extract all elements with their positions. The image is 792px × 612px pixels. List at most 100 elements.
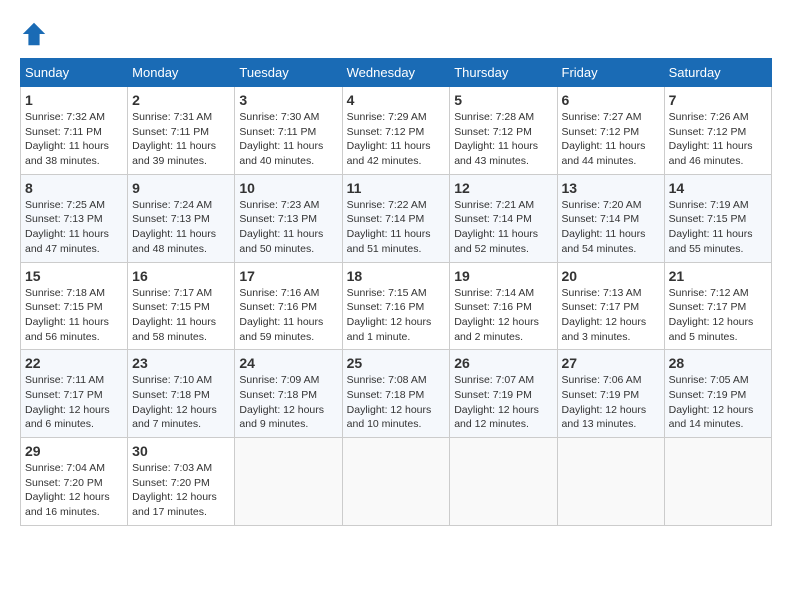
col-header-friday: Friday xyxy=(557,59,664,87)
calendar-header: SundayMondayTuesdayWednesdayThursdayFrid… xyxy=(21,59,772,87)
calendar-cell: 29 Sunrise: 7:04 AMSunset: 7:20 PMDaylig… xyxy=(21,438,128,526)
day-detail: Sunrise: 7:21 AMSunset: 7:14 PMDaylight:… xyxy=(454,199,538,255)
day-detail: Sunrise: 7:14 AMSunset: 7:16 PMDaylight:… xyxy=(454,287,539,343)
calendar-cell: 18 Sunrise: 7:15 AMSunset: 7:16 PMDaylig… xyxy=(342,262,450,350)
day-detail: Sunrise: 7:19 AMSunset: 7:15 PMDaylight:… xyxy=(669,199,753,255)
logo-icon xyxy=(20,20,48,48)
day-number: 6 xyxy=(562,92,660,108)
calendar-cell: 12 Sunrise: 7:21 AMSunset: 7:14 PMDaylig… xyxy=(450,174,557,262)
calendar-cell: 21 Sunrise: 7:12 AMSunset: 7:17 PMDaylig… xyxy=(664,262,771,350)
day-detail: Sunrise: 7:24 AMSunset: 7:13 PMDaylight:… xyxy=(132,199,216,255)
calendar-cell: 6 Sunrise: 7:27 AMSunset: 7:12 PMDayligh… xyxy=(557,87,664,175)
calendar-cell: 10 Sunrise: 7:23 AMSunset: 7:13 PMDaylig… xyxy=(235,174,342,262)
page-header xyxy=(20,20,772,48)
calendar-cell: 4 Sunrise: 7:29 AMSunset: 7:12 PMDayligh… xyxy=(342,87,450,175)
calendar-cell: 22 Sunrise: 7:11 AMSunset: 7:17 PMDaylig… xyxy=(21,350,128,438)
calendar-cell: 2 Sunrise: 7:31 AMSunset: 7:11 PMDayligh… xyxy=(128,87,235,175)
calendar-cell: 13 Sunrise: 7:20 AMSunset: 7:14 PMDaylig… xyxy=(557,174,664,262)
day-number: 27 xyxy=(562,355,660,371)
day-detail: Sunrise: 7:32 AMSunset: 7:11 PMDaylight:… xyxy=(25,111,109,167)
col-header-saturday: Saturday xyxy=(664,59,771,87)
day-detail: Sunrise: 7:31 AMSunset: 7:11 PMDaylight:… xyxy=(132,111,216,167)
calendar-cell xyxy=(557,438,664,526)
calendar-table: SundayMondayTuesdayWednesdayThursdayFrid… xyxy=(20,58,772,526)
day-detail: Sunrise: 7:07 AMSunset: 7:19 PMDaylight:… xyxy=(454,374,539,430)
calendar-cell: 26 Sunrise: 7:07 AMSunset: 7:19 PMDaylig… xyxy=(450,350,557,438)
calendar-cell xyxy=(450,438,557,526)
calendar-cell: 19 Sunrise: 7:14 AMSunset: 7:16 PMDaylig… xyxy=(450,262,557,350)
day-detail: Sunrise: 7:18 AMSunset: 7:15 PMDaylight:… xyxy=(25,287,109,343)
day-detail: Sunrise: 7:05 AMSunset: 7:19 PMDaylight:… xyxy=(669,374,754,430)
col-header-sunday: Sunday xyxy=(21,59,128,87)
day-number: 3 xyxy=(239,92,337,108)
col-header-tuesday: Tuesday xyxy=(235,59,342,87)
day-detail: Sunrise: 7:29 AMSunset: 7:12 PMDaylight:… xyxy=(347,111,431,167)
day-detail: Sunrise: 7:15 AMSunset: 7:16 PMDaylight:… xyxy=(347,287,432,343)
day-detail: Sunrise: 7:08 AMSunset: 7:18 PMDaylight:… xyxy=(347,374,432,430)
day-detail: Sunrise: 7:26 AMSunset: 7:12 PMDaylight:… xyxy=(669,111,753,167)
day-number: 15 xyxy=(25,268,123,284)
day-number: 17 xyxy=(239,268,337,284)
calendar-cell: 8 Sunrise: 7:25 AMSunset: 7:13 PMDayligh… xyxy=(21,174,128,262)
day-number: 14 xyxy=(669,180,767,196)
calendar-week-3: 15 Sunrise: 7:18 AMSunset: 7:15 PMDaylig… xyxy=(21,262,772,350)
day-detail: Sunrise: 7:16 AMSunset: 7:16 PMDaylight:… xyxy=(239,287,323,343)
calendar-cell: 16 Sunrise: 7:17 AMSunset: 7:15 PMDaylig… xyxy=(128,262,235,350)
day-number: 26 xyxy=(454,355,552,371)
day-detail: Sunrise: 7:30 AMSunset: 7:11 PMDaylight:… xyxy=(239,111,323,167)
day-detail: Sunrise: 7:03 AMSunset: 7:20 PMDaylight:… xyxy=(132,462,217,518)
calendar-cell: 11 Sunrise: 7:22 AMSunset: 7:14 PMDaylig… xyxy=(342,174,450,262)
col-header-monday: Monday xyxy=(128,59,235,87)
logo xyxy=(20,20,54,48)
day-number: 8 xyxy=(25,180,123,196)
day-detail: Sunrise: 7:23 AMSunset: 7:13 PMDaylight:… xyxy=(239,199,323,255)
day-number: 10 xyxy=(239,180,337,196)
calendar-cell: 23 Sunrise: 7:10 AMSunset: 7:18 PMDaylig… xyxy=(128,350,235,438)
calendar-week-1: 1 Sunrise: 7:32 AMSunset: 7:11 PMDayligh… xyxy=(21,87,772,175)
day-number: 23 xyxy=(132,355,230,371)
day-detail: Sunrise: 7:09 AMSunset: 7:18 PMDaylight:… xyxy=(239,374,324,430)
day-number: 21 xyxy=(669,268,767,284)
calendar-cell: 25 Sunrise: 7:08 AMSunset: 7:18 PMDaylig… xyxy=(342,350,450,438)
day-number: 19 xyxy=(454,268,552,284)
day-number: 18 xyxy=(347,268,446,284)
calendar-week-4: 22 Sunrise: 7:11 AMSunset: 7:17 PMDaylig… xyxy=(21,350,772,438)
day-number: 7 xyxy=(669,92,767,108)
day-number: 20 xyxy=(562,268,660,284)
day-number: 24 xyxy=(239,355,337,371)
col-header-wednesday: Wednesday xyxy=(342,59,450,87)
day-detail: Sunrise: 7:27 AMSunset: 7:12 PMDaylight:… xyxy=(562,111,646,167)
day-detail: Sunrise: 7:12 AMSunset: 7:17 PMDaylight:… xyxy=(669,287,754,343)
calendar-cell: 24 Sunrise: 7:09 AMSunset: 7:18 PMDaylig… xyxy=(235,350,342,438)
calendar-cell: 7 Sunrise: 7:26 AMSunset: 7:12 PMDayligh… xyxy=(664,87,771,175)
day-number: 29 xyxy=(25,443,123,459)
calendar-cell: 14 Sunrise: 7:19 AMSunset: 7:15 PMDaylig… xyxy=(664,174,771,262)
day-number: 4 xyxy=(347,92,446,108)
calendar-cell: 15 Sunrise: 7:18 AMSunset: 7:15 PMDaylig… xyxy=(21,262,128,350)
day-number: 16 xyxy=(132,268,230,284)
day-number: 1 xyxy=(25,92,123,108)
calendar-cell: 27 Sunrise: 7:06 AMSunset: 7:19 PMDaylig… xyxy=(557,350,664,438)
calendar-cell: 5 Sunrise: 7:28 AMSunset: 7:12 PMDayligh… xyxy=(450,87,557,175)
day-number: 5 xyxy=(454,92,552,108)
col-header-thursday: Thursday xyxy=(450,59,557,87)
day-number: 30 xyxy=(132,443,230,459)
day-detail: Sunrise: 7:04 AMSunset: 7:20 PMDaylight:… xyxy=(25,462,110,518)
day-number: 11 xyxy=(347,180,446,196)
day-detail: Sunrise: 7:11 AMSunset: 7:17 PMDaylight:… xyxy=(25,374,110,430)
day-detail: Sunrise: 7:17 AMSunset: 7:15 PMDaylight:… xyxy=(132,287,216,343)
calendar-cell xyxy=(342,438,450,526)
day-detail: Sunrise: 7:25 AMSunset: 7:13 PMDaylight:… xyxy=(25,199,109,255)
calendar-cell xyxy=(235,438,342,526)
day-detail: Sunrise: 7:28 AMSunset: 7:12 PMDaylight:… xyxy=(454,111,538,167)
calendar-cell xyxy=(664,438,771,526)
calendar-week-2: 8 Sunrise: 7:25 AMSunset: 7:13 PMDayligh… xyxy=(21,174,772,262)
calendar-cell: 20 Sunrise: 7:13 AMSunset: 7:17 PMDaylig… xyxy=(557,262,664,350)
day-detail: Sunrise: 7:13 AMSunset: 7:17 PMDaylight:… xyxy=(562,287,647,343)
calendar-cell: 3 Sunrise: 7:30 AMSunset: 7:11 PMDayligh… xyxy=(235,87,342,175)
day-detail: Sunrise: 7:22 AMSunset: 7:14 PMDaylight:… xyxy=(347,199,431,255)
calendar-week-5: 29 Sunrise: 7:04 AMSunset: 7:20 PMDaylig… xyxy=(21,438,772,526)
day-number: 9 xyxy=(132,180,230,196)
day-number: 12 xyxy=(454,180,552,196)
day-number: 22 xyxy=(25,355,123,371)
